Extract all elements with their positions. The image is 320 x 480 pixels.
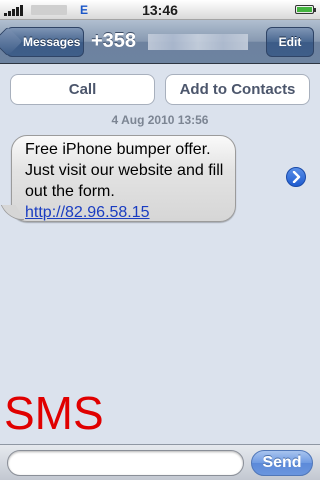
edit-button[interactable]: Edit [266, 27, 314, 57]
message-link[interactable]: http://82.96.58.15 [25, 202, 227, 223]
conversation-view: Call Add to Contacts 4 Aug 2010 13:56 Fr… [0, 64, 320, 444]
back-to-messages-button[interactable]: Messages [6, 27, 84, 57]
send-button[interactable]: Send [251, 450, 313, 476]
back-button-label: Messages [23, 35, 81, 49]
navigation-bar: Messages +358 Edit [0, 20, 320, 64]
sms-overlay-label: SMS [4, 387, 104, 439]
battery-icon [295, 5, 316, 14]
disclosure-arrow-icon[interactable] [286, 167, 306, 187]
message-line: out the form. [25, 183, 115, 200]
incoming-message-bubble: Free iPhone bumper offer. Just visit our… [11, 135, 236, 222]
message-line: Free iPhone bumper offer. [25, 141, 211, 158]
compose-bar: Send [0, 444, 320, 480]
message-line: Just visit our website and fill [25, 162, 224, 179]
add-to-contacts-button[interactable]: Add to Contacts [165, 74, 310, 105]
message-input[interactable] [7, 450, 244, 476]
call-button[interactable]: Call [10, 74, 155, 105]
conversation-title: +358 [91, 30, 137, 52]
redacted-phone-number [148, 34, 248, 50]
status-time: 13:46 [142, 2, 178, 18]
message-timestamp: 4 Aug 2010 13:56 [111, 113, 209, 127]
status-bar: E 13:46 [0, 0, 320, 20]
